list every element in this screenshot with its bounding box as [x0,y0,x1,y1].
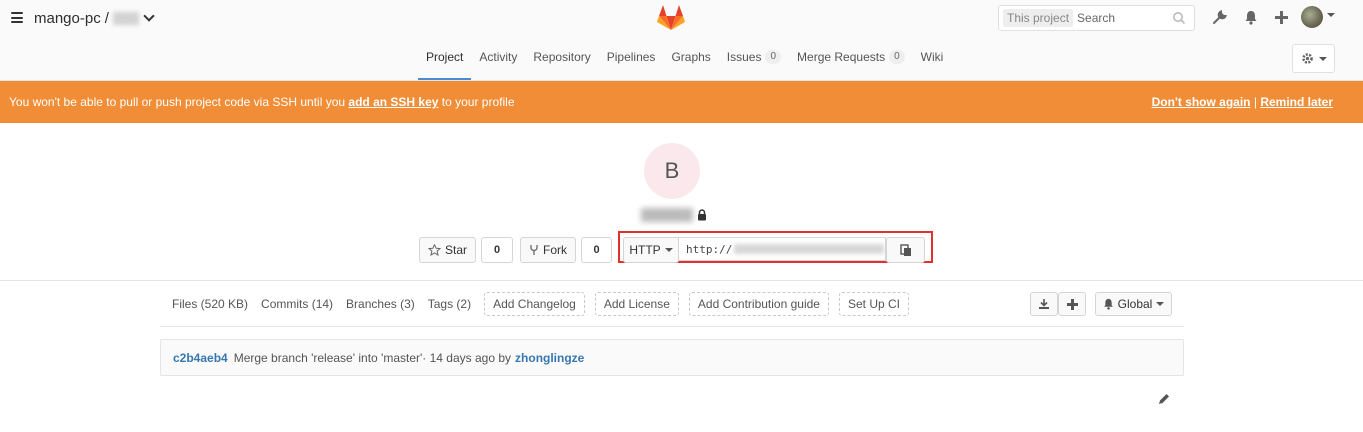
add-contribution-guide-button[interactable]: Add Contribution guide [688,292,829,316]
search-icon[interactable] [1172,11,1186,25]
clone-url-input[interactable]: http:// [678,237,886,261]
gitlab-logo-icon[interactable] [656,3,686,31]
merge-requests-count-badge: 0 [889,50,905,64]
star-button[interactable]: Star [419,237,476,263]
add-changelog-button[interactable]: Add Changelog [484,292,585,316]
breadcrumb: mango-pc / [34,8,155,28]
commit-author-link[interactable]: zhonglingze [515,351,584,365]
ssh-key-alert-banner: You won't be able to pull or push projec… [0,81,1363,123]
remind-later-link[interactable]: Remind later [1260,95,1333,109]
lock-icon [698,209,706,221]
add-ssh-key-link[interactable]: add an SSH key [348,95,438,109]
tab-graphs[interactable]: Graphs [663,44,718,78]
user-avatar[interactable] [1301,6,1323,28]
project-stats: Files (520 KB) Commits (14) Branches (3)… [172,292,919,316]
set-up-ci-button[interactable]: Set Up CI [838,292,910,316]
branches-link[interactable]: Branches (3) [346,297,415,311]
project-title [641,206,707,224]
copy-url-button[interactable] [886,237,925,263]
banner-actions: Don't show again | Remind later [1152,95,1333,109]
bell-icon [1103,298,1113,310]
tab-repository[interactable]: Repository [525,44,598,78]
hero-divider [0,280,1363,281]
gear-icon [1301,53,1313,64]
fork-count[interactable]: 0 [581,237,612,263]
project-avatar: B [644,143,700,199]
download-button[interactable] [1030,292,1058,316]
add-license-button[interactable]: Add License [594,292,679,316]
commit-sha-link[interactable]: c2b4aeb4 [173,351,228,365]
chevron-down-icon[interactable] [143,10,155,22]
search-box[interactable]: This project Search [998,5,1195,31]
edit-pencil-icon[interactable] [1157,392,1171,406]
breadcrumb-group[interactable]: mango-pc [34,10,101,27]
star-count[interactable]: 0 [481,237,513,263]
banner-message: You won't be able to pull or push projec… [9,95,515,109]
add-file-button[interactable] [1058,292,1086,316]
tab-merge-requests[interactable]: Merge Requests 0 [789,44,913,78]
admin-wrench-icon[interactable] [1211,8,1229,26]
plus-icon [1066,298,1078,310]
search-scope[interactable]: This project [1003,9,1074,27]
fork-button[interactable]: Fork [520,237,576,263]
tab-activity[interactable]: Activity [471,44,525,78]
tab-issues[interactable]: Issues 0 [719,44,789,78]
chevron-down-icon [1318,56,1327,61]
breadcrumb-separator: / [104,9,109,27]
project-nav: Project Activity Repository Pipelines Gr… [418,44,952,80]
last-commit: c2b4aeb4 Merge branch 'release' into 'ma… [160,339,1184,376]
dont-show-again-link[interactable]: Don't show again [1152,95,1251,109]
fork-icon [530,245,538,255]
tab-wiki[interactable]: Wiki [913,44,952,78]
chevron-down-icon [664,248,673,252]
search-input[interactable]: Search [1077,11,1172,25]
notification-level-dropdown[interactable]: Global [1095,292,1172,316]
tab-project[interactable]: Project [418,44,472,80]
clipboard-icon [899,243,911,256]
notifications-bell-icon[interactable] [1242,8,1260,26]
star-icon [427,244,441,256]
download-icon [1039,299,1049,309]
commit-meta: · 14 days ago by [422,350,512,365]
files-link[interactable]: Files (520 KB) [172,297,248,311]
tab-pipelines[interactable]: Pipelines [599,44,664,78]
clone-protocol-dropdown[interactable]: HTTP [623,237,679,263]
stats-divider [160,326,1184,327]
breadcrumb-project-redacted[interactable] [112,11,139,25]
commit-message[interactable]: Merge branch 'release' into 'master' [234,351,423,365]
project-settings-button[interactable] [1292,44,1335,73]
issues-count-badge: 0 [765,50,782,64]
tags-link[interactable]: Tags (2) [428,297,471,311]
project-name-redacted [641,208,693,222]
banner-actions-separator: | [1253,95,1257,109]
chevron-down-icon [1156,302,1165,306]
avatar-caret-icon[interactable] [1327,13,1335,17]
clone-url-redacted [734,244,885,254]
new-item-plus-icon[interactable] [1272,8,1290,26]
commits-link[interactable]: Commits (14) [261,297,333,311]
hamburger-menu-icon[interactable] [11,12,23,23]
